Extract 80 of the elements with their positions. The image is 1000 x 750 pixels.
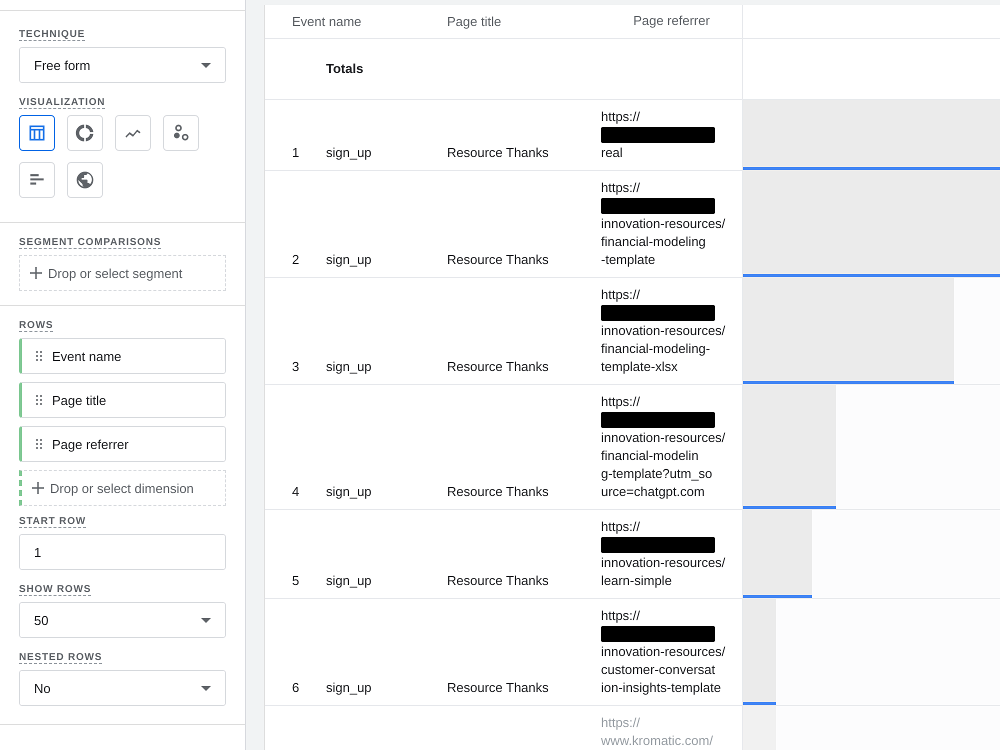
table-cell: https:// [601,714,640,732]
table-cell: innovation-resources/ [601,643,726,661]
section-label: SHOW ROWS [19,584,92,596]
table-cell: innovation-resources/ [601,554,726,572]
table-cell: financial-modeling- [601,340,710,358]
column-header[interactable]: Event name [292,12,362,30]
caret-icon [201,686,211,690]
row-number: 6 [292,679,300,697]
row-number: 5 [292,572,300,590]
table-cell: urce=chatgpt.com [601,483,705,501]
table-chart-button[interactable] [19,115,55,151]
section-label: NESTED ROWS [19,652,102,664]
donut-chart-button[interactable] [67,115,103,151]
line-chart-button[interactable] [115,115,151,151]
table-cell: g-template?utm_so [601,465,712,483]
segment-drop-zone[interactable]: Drop or select segment [19,255,226,291]
table-cell: sign_up [326,483,372,501]
section-label: VISUALIZATION [19,97,106,109]
table-cell: https:// [601,179,640,197]
table-cell: innovation-resources/ [601,322,726,340]
table-cell: financial-modeling [601,233,706,251]
dimension-chip[interactable]: Event name [19,338,226,374]
row-number: 1 [292,144,300,162]
section-label: SEGMENT COMPARISONS [19,237,162,249]
scatter-chart-icon [171,123,191,143]
column-header[interactable]: Page referrer [633,12,710,30]
table-cell: Resource Thanks [447,483,549,501]
row-number: 3 [292,358,300,376]
table-cell: template-xlsx [601,358,678,376]
table-cell: Resource Thanks [447,358,549,376]
drag-handle-icon [36,395,42,405]
show-rows-dropdown[interactable]: 50 [19,602,226,638]
table-cell: innovation-resources/ [601,429,726,447]
table-cell: sign_up [326,251,372,269]
section-label: ROWS [19,320,54,332]
table-cell: innovation-resources/ [601,215,726,233]
table-cell: https:// [601,393,640,411]
table-cell: sign_up [326,572,372,590]
table-cell: https:// [601,518,640,536]
table-cell: ion-insights-template [601,679,721,697]
table-cell: -template [601,251,656,269]
table-cell: real [601,144,623,162]
table-cell: Resource Thanks [447,144,549,162]
table-cell: sign_up [326,144,372,162]
table-cell: www.kromatic.com/ [601,732,713,750]
start-row-field[interactable]: 1 [19,534,226,570]
donut-chart-icon [75,123,95,143]
scatter-chart-button[interactable] [163,115,199,151]
table-cell: Resource Thanks [447,251,549,269]
caret-icon [201,618,211,622]
geo-chart-icon [75,170,95,190]
table-cell: customer-conversat [601,661,716,679]
nested-rows-dropdown[interactable]: No [19,670,226,706]
table-cell: Resource Thanks [447,572,549,590]
section-label: START ROW [19,516,86,528]
dimension-drop-zone[interactable]: Drop or select dimension [19,470,226,506]
geo-chart-button[interactable] [67,162,103,198]
plus-icon [30,267,42,279]
table-cell: sign_up [326,358,372,376]
dimension-chip[interactable]: Page referrer [19,426,226,462]
row-number: 4 [292,483,300,501]
caret-icon [201,62,211,68]
table-cell: https:// [601,108,640,126]
technique-dropdown[interactable]: Free form [19,47,226,83]
bar-chart-button[interactable] [19,162,55,198]
table-cell: Resource Thanks [447,679,549,697]
plus-icon [32,482,44,494]
drag-handle-icon [36,439,42,449]
table-chart-icon [27,123,47,143]
section-label: TECHNIQUE [19,29,86,41]
table-cell: https:// [601,607,640,625]
table-cell: learn-simple [601,572,672,590]
totals-label: Totals [326,60,364,78]
table-cell: financial-modelin [601,447,699,465]
table-cell: sign_up [326,679,372,697]
dimension-chip[interactable]: Page title [19,382,226,418]
drag-handle-icon [36,351,42,361]
table-cell: https:// [601,286,640,304]
row-number: 2 [292,251,300,269]
column-header[interactable]: Page title [447,12,502,30]
